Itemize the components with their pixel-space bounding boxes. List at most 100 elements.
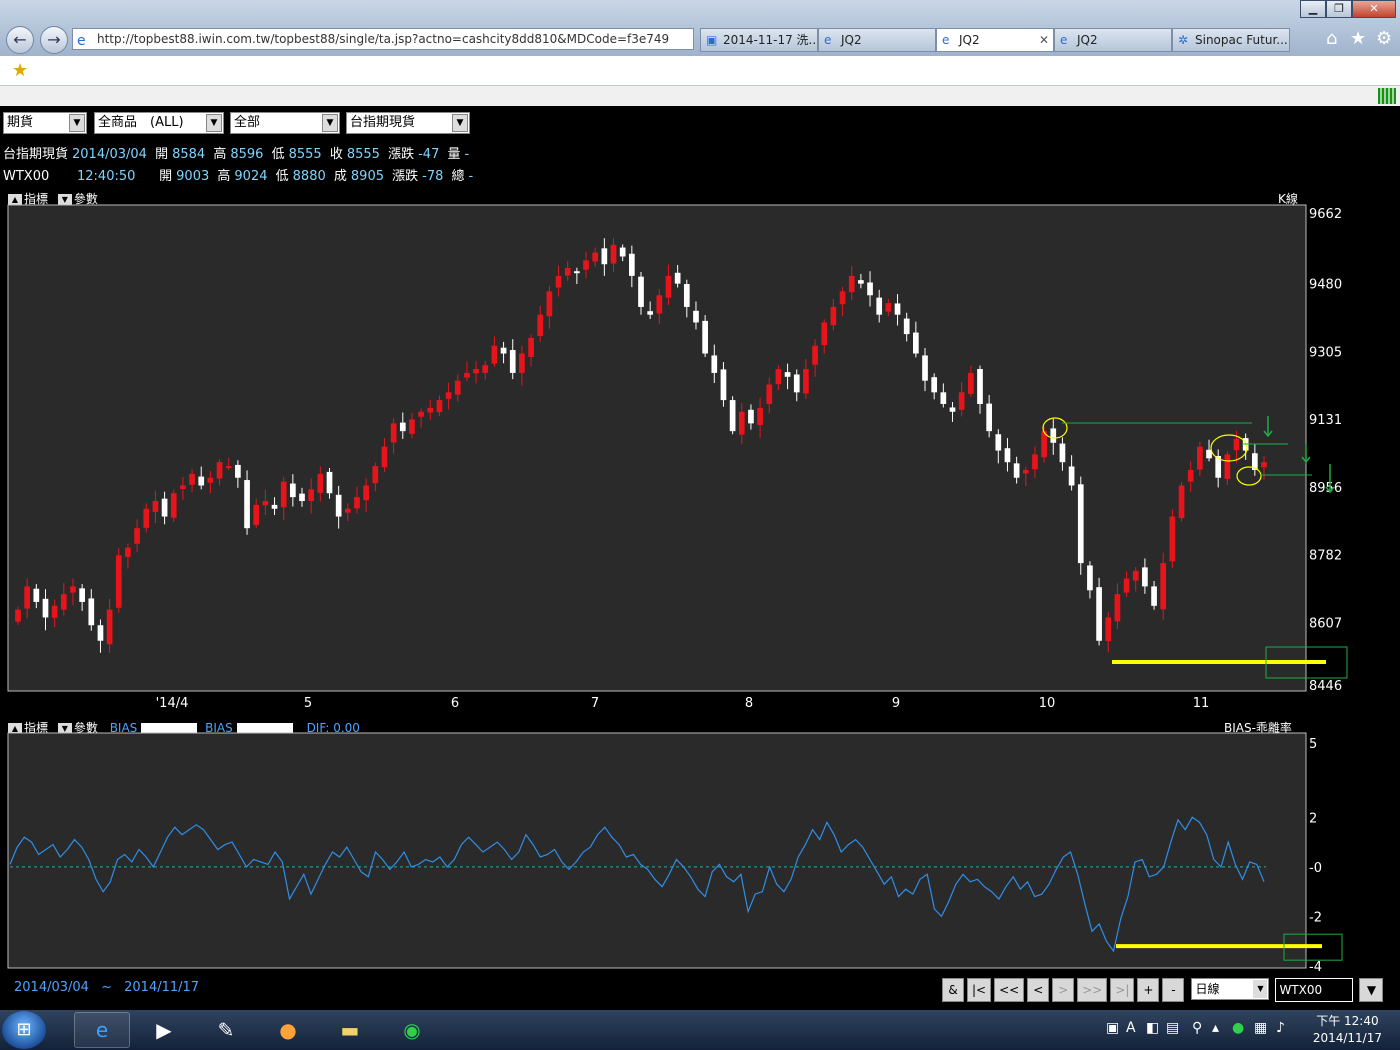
taskbar-folder[interactable]: ▬ <box>322 1012 378 1048</box>
folder-icon: ▬ <box>340 1018 360 1042</box>
candle-body <box>812 345 818 365</box>
candle-body <box>436 400 443 413</box>
ime-mode-icon[interactable]: ◧ <box>1146 1020 1159 1036</box>
candle-body <box>1224 454 1231 479</box>
home-icon[interactable]: ⌂ <box>1326 28 1337 49</box>
range-start: 2014/03/04 <box>14 980 89 995</box>
candle-body <box>60 594 67 610</box>
tab-1[interactable]: ▣ 2014-11-17 洗... <box>700 28 818 52</box>
candle-body <box>711 355 718 373</box>
candle-body <box>592 252 599 262</box>
last-button[interactable]: >| <box>1110 978 1135 1002</box>
grip-icon[interactable] <box>1378 88 1396 104</box>
gear-icon[interactable]: ⚙ <box>1376 28 1392 49</box>
candle-body <box>1197 446 1203 470</box>
range-separator: ~ <box>101 980 112 995</box>
tab-label: JQ2 <box>959 33 980 47</box>
candle-body <box>720 369 727 401</box>
tab-close-icon[interactable]: ✕ <box>1039 29 1049 51</box>
candle-body <box>766 384 773 404</box>
candle-body <box>1233 438 1240 451</box>
tray-line-icon[interactable]: ● <box>1232 1020 1244 1036</box>
candle-body <box>821 322 828 345</box>
start-button[interactable]: ⊞ <box>2 1011 46 1049</box>
candle-body <box>803 369 809 394</box>
orb-icon: ● <box>279 1018 297 1042</box>
candle-body <box>1105 617 1112 642</box>
add-favorite-icon[interactable]: ★ <box>12 60 28 81</box>
volume-icon[interactable]: ♪ <box>1276 1020 1285 1036</box>
network-icon[interactable]: ▦ <box>1254 1020 1267 1036</box>
candle-body <box>1169 516 1176 562</box>
kline-plot-area <box>7 204 1307 692</box>
close-button[interactable]: ✕ <box>1352 0 1396 18</box>
first-button[interactable]: |< <box>967 978 992 1002</box>
candle-body <box>42 598 49 618</box>
page-back-button[interactable]: << <box>994 978 1025 1002</box>
forward-arrow-icon: → <box>47 30 61 49</box>
page-forward-button[interactable]: >> <box>1077 978 1108 1002</box>
candle-body <box>1087 565 1093 591</box>
symbol-input[interactable]: WTX00 <box>1275 978 1354 1002</box>
kline-x-tick: 6 <box>451 696 459 711</box>
tab-4[interactable]: e JQ2 <box>1054 28 1172 52</box>
tray-expand-icon[interactable]: ▴ <box>1212 1020 1219 1036</box>
tab-3-active[interactable]: e JQ2 ✕ <box>936 28 1054 52</box>
trading-app: 期貨 ▼ 全商品 (ALL) ▼ 全部 ▼ 台指期現貨 ▼ 台指期現貨 2014/03/0… <box>0 106 1400 1010</box>
minimize-button[interactable]: ▁ <box>1300 0 1326 18</box>
candle-body <box>619 247 626 257</box>
chart-controls: & |< << < > >> >| + - 日線 ▼ WTX00 ▼ <box>942 978 1384 1004</box>
candle-body <box>1160 563 1167 610</box>
tray-pen-icon[interactable]: ▤ <box>1166 1020 1179 1036</box>
candle-body <box>601 248 608 265</box>
zoom-in-button[interactable]: + <box>1137 978 1160 1002</box>
address-bar[interactable]: e http://topbest88.iwin.com.tw/topbest88… <box>72 28 694 50</box>
clock[interactable]: 下午 12:40 2014/11/17 <box>1313 1013 1382 1047</box>
candle-body <box>280 481 287 508</box>
tab-2[interactable]: e JQ2 <box>818 28 936 52</box>
tray-settings-icon[interactable]: ⚲ <box>1192 1020 1202 1036</box>
candle-body <box>775 369 782 385</box>
period-select[interactable]: 日線 ▼ <box>1191 978 1270 1000</box>
maximize-button[interactable]: ❐ <box>1326 0 1352 18</box>
back-button[interactable]: ← <box>6 26 34 54</box>
bias-y-tick: 5 <box>1309 737 1317 752</box>
tab-label: 2014-11-17 洗... <box>723 33 818 47</box>
candle-body <box>326 471 333 494</box>
step-forward-button[interactable]: > <box>1052 978 1075 1002</box>
candle-body <box>1059 443 1066 463</box>
candle-body <box>170 493 177 518</box>
candle-body <box>528 337 534 358</box>
kline-y-tick: 9480 <box>1309 278 1342 293</box>
candle-body <box>1132 570 1139 581</box>
taskbar-ie[interactable]: e <box>74 1012 130 1048</box>
candle-body <box>1142 567 1148 587</box>
zoom-out-button[interactable]: - <box>1162 978 1185 1002</box>
kline-x-tick: 8 <box>745 696 753 711</box>
candle-body <box>546 291 553 317</box>
symbol-dropdown-button[interactable]: ▼ <box>1359 978 1384 1002</box>
candle-body <box>1123 578 1130 593</box>
candle-body <box>418 411 424 417</box>
candle-body <box>1151 586 1157 606</box>
tab-5[interactable]: ✲ Sinopac Futur... <box>1172 28 1290 52</box>
step-back-button[interactable]: < <box>1027 978 1050 1002</box>
forward-button[interactable]: → <box>40 26 68 54</box>
candle-body <box>88 598 95 626</box>
taskbar-orb[interactable]: ● <box>260 1012 316 1048</box>
chart-canvas: 9662 9480 9305 9131 8956 8782 8607 8446 '14/4 5 6 7… <box>7 204 1348 974</box>
bias-plot-area <box>7 732 1307 969</box>
candle-body <box>509 350 516 373</box>
candle-body <box>1013 463 1020 478</box>
sinopac-tab-icon: ✲ <box>1178 33 1189 47</box>
taskbar-media[interactable]: ▶ <box>136 1012 192 1048</box>
taskbar-app[interactable]: ✎ <box>198 1012 254 1048</box>
favorites-star-icon[interactable]: ★ <box>1350 28 1366 49</box>
candle-body <box>1004 448 1011 463</box>
taskbar-line[interactable]: ◉ <box>384 1012 440 1048</box>
candle-body <box>885 303 892 312</box>
tray-app-icon[interactable]: ▣ <box>1106 1020 1119 1036</box>
link-button[interactable]: & <box>942 978 964 1002</box>
ime-icon[interactable]: A <box>1126 1020 1136 1036</box>
candle-body <box>610 244 617 264</box>
